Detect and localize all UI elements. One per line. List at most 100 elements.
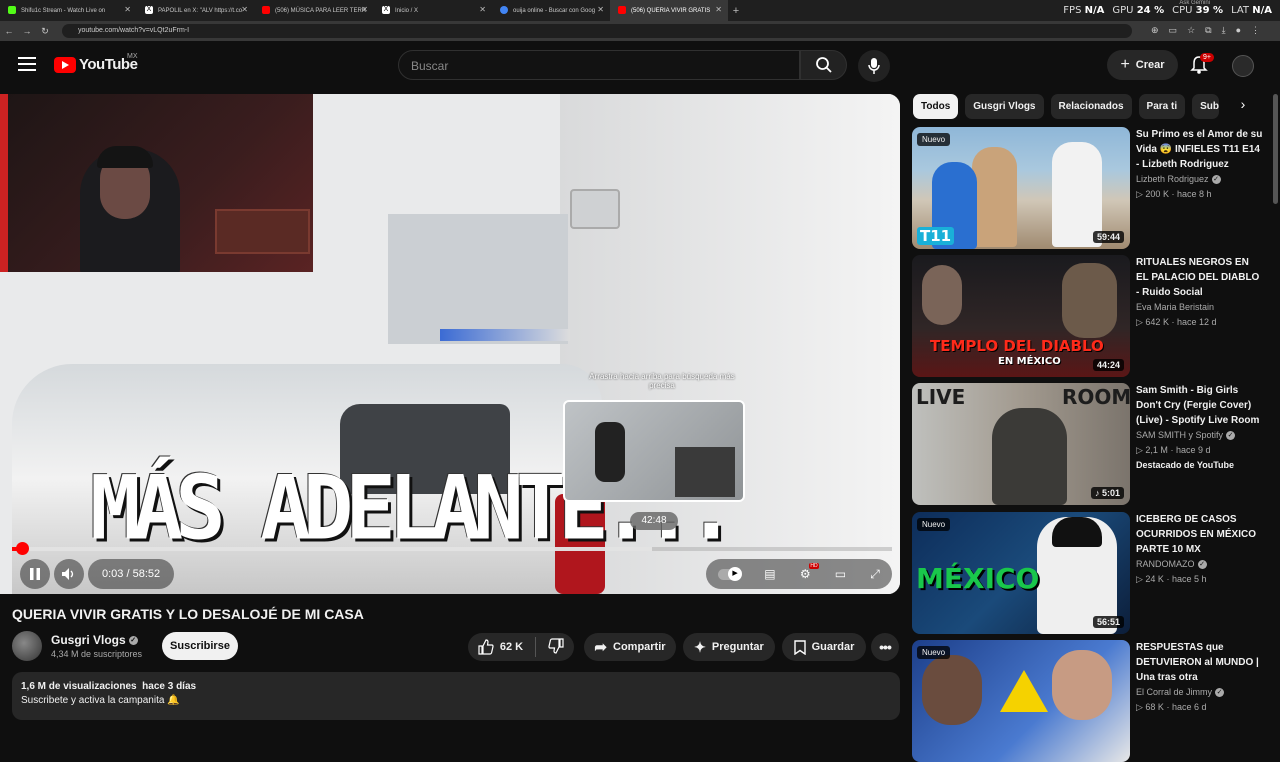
- ask-button[interactable]: ✦ Preguntar: [683, 633, 775, 661]
- recommended-meta: ▷ 200 K · hace 8 h: [1136, 189, 1212, 199]
- browser-tab[interactable]: X Inicio / X ✕: [374, 0, 492, 21]
- channel-name[interactable]: Gusgri Vlogs ✓: [51, 633, 138, 647]
- chip-channel[interactable]: Gusgri Vlogs: [965, 94, 1044, 119]
- browser-tab[interactable]: Shifu1c Stream - Watch Live on ✕: [0, 0, 137, 21]
- share-arrow-icon: ➦: [594, 639, 607, 656]
- share-button[interactable]: ➦ Compartir: [584, 633, 676, 661]
- progress-hover-fill: [22, 547, 652, 551]
- browser-tab[interactable]: ouija online - Buscar con Goog ✕: [492, 0, 610, 21]
- theater-mode-icon[interactable]: ▭: [835, 567, 846, 581]
- recommended-video[interactable]: Nuevo RESPUESTAS que DETUVIERON al MUNDO…: [912, 640, 1272, 762]
- chip-for-you[interactable]: Para ti: [1138, 94, 1186, 119]
- thumbs-down-icon: [548, 637, 564, 654]
- volume-button[interactable]: [54, 559, 84, 589]
- description-box[interactable]: 1,6 M de visualizaciones hace 3 días Sus…: [12, 672, 900, 720]
- save-button[interactable]: Guardar: [782, 633, 866, 661]
- video-frame-door-latch: [570, 189, 620, 229]
- recommended-channel[interactable]: RANDOMAZO ✓: [1136, 559, 1207, 570]
- new-badge: Nuevo: [917, 646, 951, 659]
- search-button[interactable]: [800, 50, 847, 80]
- forward-icon[interactable]: →: [18, 26, 36, 36]
- page-scrollbar[interactable]: [1273, 94, 1278, 204]
- chip-related[interactable]: Relacionados: [1050, 94, 1132, 119]
- tab-label: Shifu1c Stream - Watch Live on: [21, 7, 106, 14]
- recommended-video[interactable]: TEMPLO DEL DIABLO EN MÉXICO 44:24 RITUAL…: [912, 255, 1272, 377]
- chevron-right-icon[interactable]: ›: [1232, 96, 1254, 118]
- extensions-icon[interactable]: ⧉: [1205, 25, 1211, 36]
- download-icon[interactable]: ⤓: [1222, 25, 1226, 36]
- country-code: MX: [127, 53, 138, 60]
- new-tab-button[interactable]: +: [728, 5, 744, 17]
- search-input[interactable]: Buscar: [398, 50, 800, 80]
- voice-search-button[interactable]: [858, 50, 890, 82]
- subscribe-button[interactable]: Suscribirse: [162, 632, 238, 660]
- close-tab-icon[interactable]: ✕: [361, 5, 368, 14]
- autoplay-toggle[interactable]: ▶: [718, 566, 743, 581]
- chip-todos[interactable]: Todos: [913, 94, 959, 119]
- recommended-title[interactable]: RITUALES NEGROS EN EL PALACIO DEL DIABLO…: [1136, 255, 1264, 300]
- create-button[interactable]: + Crear: [1107, 50, 1178, 80]
- back-icon[interactable]: ←: [0, 26, 18, 36]
- pause-button[interactable]: [20, 559, 50, 589]
- reload-icon[interactable]: ↻: [36, 26, 54, 37]
- subtitles-icon[interactable]: ▤: [764, 567, 775, 581]
- time-display: 0:03 / 58:52: [88, 559, 175, 589]
- recommendation-filter-chips: Todos Gusgri Vlogs Relacionados Para ti …: [913, 94, 1220, 119]
- url-field[interactable]: youtube.com/watch?v=vLQt2uFrm-I: [62, 24, 1132, 38]
- video-thumbnail[interactable]: TEMPLO DEL DIABLO EN MÉXICO 44:24: [912, 255, 1130, 377]
- progress-bar[interactable]: [12, 542, 892, 555]
- menu-icon[interactable]: [18, 57, 36, 71]
- close-tab-icon[interactable]: ✕: [124, 5, 131, 14]
- recommended-title[interactable]: Su Primo es el Amor de su Vida 😨 INFIELE…: [1136, 127, 1264, 172]
- recommended-channel[interactable]: Lizbeth Rodriguez ✓: [1136, 174, 1221, 185]
- tab-label: Inicio / X: [395, 7, 419, 14]
- recommended-channel[interactable]: El Corral de Jimmy ✓: [1136, 687, 1225, 698]
- recommended-title[interactable]: Sam Smith - Big Girls Don't Cry (Fergie …: [1136, 383, 1264, 428]
- close-tab-icon[interactable]: ✕: [597, 5, 604, 14]
- video-thumbnail[interactable]: Nuevo: [912, 640, 1130, 762]
- recommended-title[interactable]: ICEBERG DE CASOS OCURRIDOS EN MÉXICO PAR…: [1136, 512, 1264, 557]
- recommended-channel[interactable]: SAM SMITH y Spotify ✓: [1136, 430, 1236, 441]
- video-thumbnail[interactable]: MÉXICO Nuevo 56:51: [912, 512, 1130, 634]
- account-avatar[interactable]: [1232, 55, 1254, 77]
- channel-avatar[interactable]: [12, 631, 42, 661]
- bookmark-star-icon[interactable]: ☆: [1187, 25, 1195, 36]
- zoom-icon[interactable]: ⊕: [1151, 25, 1159, 36]
- browser-tab[interactable]: (506) MÚSICA PARA LEER TERR ✕: [254, 0, 374, 21]
- pause-icon: [30, 568, 40, 580]
- close-tab-icon[interactable]: ✕: [715, 5, 722, 14]
- scrub-hint: Arrastra hacia arriba para búsqueda más …: [589, 372, 735, 390]
- youtube-logo[interactable]: YouTube MX: [54, 53, 138, 73]
- recommended-video[interactable]: LIVE ROOM ♪ 5:01 Sam Smith - Big Girls D…: [912, 383, 1272, 505]
- more-actions-button[interactable]: •••: [871, 633, 899, 661]
- menu-dots-icon[interactable]: ⋮: [1251, 25, 1260, 36]
- new-badge: Nuevo: [917, 518, 951, 531]
- verified-icon: ✓: [1215, 688, 1225, 698]
- recommended-channel[interactable]: Eva Maria Beristain: [1136, 302, 1214, 312]
- views-icon: ▷: [1136, 317, 1146, 327]
- close-tab-icon[interactable]: ✕: [479, 5, 486, 14]
- close-tab-icon[interactable]: ✕: [241, 5, 248, 14]
- like-button[interactable]: 62 K: [478, 639, 523, 655]
- progress-scrubber[interactable]: [16, 542, 29, 555]
- video-frame-siren: [440, 329, 570, 341]
- browser-tab-active[interactable]: (506) QUERIA VIVIR GRATIS ✕: [610, 0, 728, 21]
- video-duration: 58:52: [132, 568, 161, 580]
- fullscreen-icon[interactable]: ⤢: [870, 567, 880, 582]
- recommended-meta: ▷ 642 K · hace 12 d: [1136, 317, 1217, 327]
- dislike-button[interactable]: [548, 637, 564, 657]
- tab-label: (506) QUERIA VIVIR GRATIS: [631, 7, 711, 14]
- video-player[interactable]: MÁS ADELANTE... Arrastra hacia arriba pa…: [0, 94, 900, 594]
- chip-uploads[interactable]: Subi: [1192, 94, 1220, 119]
- cast-icon[interactable]: ▭: [1169, 25, 1178, 36]
- recommended-video[interactable]: T11 Nuevo 59:44 Su Primo es el Amor de s…: [912, 127, 1272, 249]
- like-dislike-group: 62 K: [468, 633, 574, 661]
- browser-tab[interactable]: X PAPOLIL en X: "ALV https://t.co ✕: [137, 0, 254, 21]
- recommended-title[interactable]: RESPUESTAS que DETUVIERON al MUNDO | Una…: [1136, 640, 1264, 685]
- settings-gear-icon[interactable]: ⚙ HD: [800, 563, 819, 581]
- profile-icon[interactable]: ●: [1236, 25, 1241, 36]
- video-thumbnail[interactable]: LIVE ROOM ♪ 5:01: [912, 383, 1130, 505]
- video-thumbnail[interactable]: T11 Nuevo 59:44: [912, 127, 1130, 249]
- recommended-video[interactable]: MÉXICO Nuevo 56:51 ICEBERG DE CASOS OCUR…: [912, 512, 1272, 634]
- video-frame-building: [388, 214, 568, 344]
